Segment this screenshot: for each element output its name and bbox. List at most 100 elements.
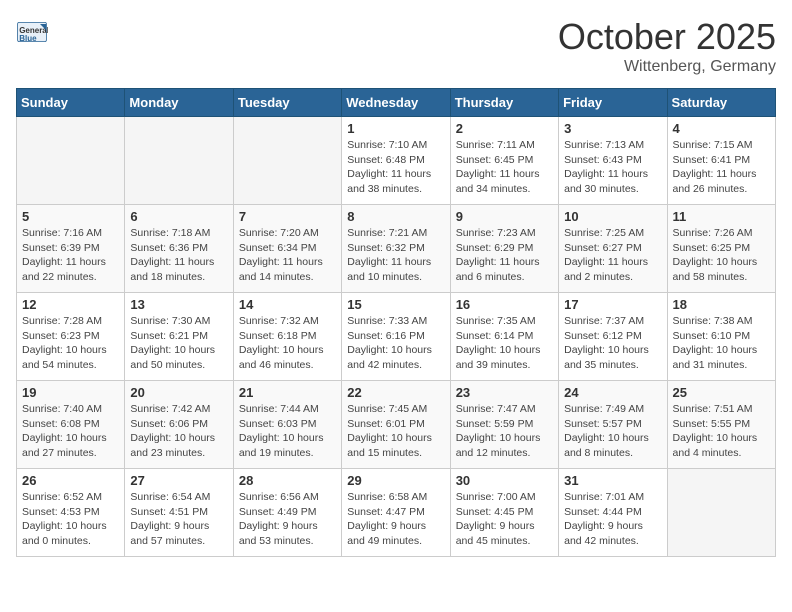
weekday-header-row: SundayMondayTuesdayWednesdayThursdayFrid… [17,89,776,117]
weekday-header-tuesday: Tuesday [233,89,341,117]
calendar-cell: 23 Sunrise: 7:47 AM Sunset: 5:59 PM Dayli… [450,381,558,469]
day-number: 13 [130,297,227,312]
day-number: 6 [130,209,227,224]
calendar-table: SundayMondayTuesdayWednesdayThursdayFrid… [16,88,776,557]
day-number: 19 [22,385,119,400]
calendar-week-row: 5 Sunrise: 7:16 AM Sunset: 6:39 PM Daylig… [17,205,776,293]
calendar-week-row: 12Sunrise: 7:28 AM Sunset: 6:23 PM Dayli… [17,293,776,381]
day-number: 10 [564,209,661,224]
calendar-cell: 3 Sunrise: 7:13 AM Sunset: 6:43 PM Daylig… [559,117,667,205]
day-number: 23 [456,385,553,400]
weekday-header-wednesday: Wednesday [342,89,450,117]
calendar-cell: 6 Sunrise: 7:18 AM Sunset: 6:36 PM Daylig… [125,205,233,293]
calendar-cell [17,117,125,205]
calendar-cell: 28 Sunrise: 6:56 AM Sunset: 4:49 PM Dayli… [233,469,341,557]
day-info: Sunrise: 7:30 AM Sunset: 6:21 PM Dayligh… [130,314,227,373]
weekday-header-thursday: Thursday [450,89,558,117]
calendar-cell: 18 Sunrise: 7:38 AM Sunset: 6:10 PM Dayli… [667,293,775,381]
calendar-cell: 14 Sunrise: 7:32 AM Sunset: 6:18 PM Dayli… [233,293,341,381]
calendar-cell [667,469,775,557]
day-info: Sunrise: 7:21 AM Sunset: 6:32 PM Dayligh… [347,226,444,285]
day-info: Sunrise: 7:13 AM Sunset: 6:43 PM Dayligh… [564,138,661,197]
day-info: Sunrise: 7:45 AM Sunset: 6:01 PM Dayligh… [347,402,444,461]
calendar-cell: 13 Sunrise: 7:30 AM Sunset: 6:21 PM Dayli… [125,293,233,381]
calendar-cell: 30Sunrise: 7:00 AM Sunset: 4:45 PM Dayli… [450,469,558,557]
day-number: 31 [564,473,661,488]
calendar-cell: 15 Sunrise: 7:33 AM Sunset: 6:16 PM Dayli… [342,293,450,381]
day-info: Sunrise: 6:52 AM Sunset: 4:53 PM Dayligh… [22,490,119,549]
calendar-cell: 9 Sunrise: 7:23 AM Sunset: 6:29 PM Daylig… [450,205,558,293]
calendar-cell: 26 Sunrise: 6:52 AM Sunset: 4:53 PM Dayli… [17,469,125,557]
day-info: Sunrise: 7:15 AM Sunset: 6:41 PM Dayligh… [673,138,770,197]
day-number: 14 [239,297,336,312]
day-number: 1 [347,121,444,136]
calendar-cell: 20Sunrise: 7:42 AM Sunset: 6:06 PM Dayli… [125,381,233,469]
calendar-cell: 19 Sunrise: 7:40 AM Sunset: 6:08 PM Dayli… [17,381,125,469]
calendar-cell: 29 Sunrise: 6:58 AM Sunset: 4:47 PM Dayli… [342,469,450,557]
day-number: 29 [347,473,444,488]
day-number: 26 [22,473,119,488]
calendar-cell: 8 Sunrise: 7:21 AM Sunset: 6:32 PM Daylig… [342,205,450,293]
calendar-cell [125,117,233,205]
day-info: Sunrise: 7:44 AM Sunset: 6:03 PM Dayligh… [239,402,336,461]
calendar-subtitle: Wittenberg, Germany [558,58,776,76]
day-number: 7 [239,209,336,224]
calendar-cell: 12Sunrise: 7:28 AM Sunset: 6:23 PM Dayli… [17,293,125,381]
day-info: Sunrise: 7:38 AM Sunset: 6:10 PM Dayligh… [673,314,770,373]
day-info: Sunrise: 6:54 AM Sunset: 4:51 PM Dayligh… [130,490,227,549]
day-number: 5 [22,209,119,224]
day-info: Sunrise: 7:37 AM Sunset: 6:12 PM Dayligh… [564,314,661,373]
day-number: 15 [347,297,444,312]
day-info: Sunrise: 7:35 AM Sunset: 6:14 PM Dayligh… [456,314,553,373]
day-info: Sunrise: 7:26 AM Sunset: 6:25 PM Dayligh… [673,226,770,285]
calendar-cell: 10 Sunrise: 7:25 AM Sunset: 6:27 PM Dayli… [559,205,667,293]
day-number: 4 [673,121,770,136]
day-info: Sunrise: 7:23 AM Sunset: 6:29 PM Dayligh… [456,226,553,285]
day-info: Sunrise: 7:40 AM Sunset: 6:08 PM Dayligh… [22,402,119,461]
calendar-cell: 31 Sunrise: 7:01 AM Sunset: 4:44 PM Dayli… [559,469,667,557]
day-number: 25 [673,385,770,400]
day-number: 9 [456,209,553,224]
day-number: 30 [456,473,553,488]
day-number: 24 [564,385,661,400]
calendar-week-row: 26 Sunrise: 6:52 AM Sunset: 4:53 PM Dayli… [17,469,776,557]
day-info: Sunrise: 7:10 AM Sunset: 6:48 PM Dayligh… [347,138,444,197]
day-number: 8 [347,209,444,224]
day-number: 28 [239,473,336,488]
calendar-cell: 16 Sunrise: 7:35 AM Sunset: 6:14 PM Dayli… [450,293,558,381]
day-info: Sunrise: 7:25 AM Sunset: 6:27 PM Dayligh… [564,226,661,285]
title-block: October 2025 Wittenberg, Germany [558,16,776,76]
calendar-cell [233,117,341,205]
day-info: Sunrise: 7:49 AM Sunset: 5:57 PM Dayligh… [564,402,661,461]
calendar-cell: 21 Sunrise: 7:44 AM Sunset: 6:03 PM Dayli… [233,381,341,469]
day-number: 11 [673,209,770,224]
day-info: Sunrise: 7:18 AM Sunset: 6:36 PM Dayligh… [130,226,227,285]
weekday-header-friday: Friday [559,89,667,117]
calendar-cell: 17Sunrise: 7:37 AM Sunset: 6:12 PM Dayli… [559,293,667,381]
day-info: Sunrise: 7:32 AM Sunset: 6:18 PM Dayligh… [239,314,336,373]
calendar-cell: 1 Sunrise: 7:10 AM Sunset: 6:48 PM Daylig… [342,117,450,205]
calendar-title: October 2025 [558,16,776,58]
day-info: Sunrise: 7:20 AM Sunset: 6:34 PM Dayligh… [239,226,336,285]
calendar-week-row: 1 Sunrise: 7:10 AM Sunset: 6:48 PM Daylig… [17,117,776,205]
calendar-cell: 25Sunrise: 7:51 AM Sunset: 5:55 PM Dayli… [667,381,775,469]
weekday-header-sunday: Sunday [17,89,125,117]
day-info: Sunrise: 7:47 AM Sunset: 5:59 PM Dayligh… [456,402,553,461]
calendar-cell: 27 Sunrise: 6:54 AM Sunset: 4:51 PM Dayli… [125,469,233,557]
weekday-header-monday: Monday [125,89,233,117]
day-number: 18 [673,297,770,312]
calendar-cell: 2Sunrise: 7:11 AM Sunset: 6:45 PM Daylig… [450,117,558,205]
day-info: Sunrise: 6:56 AM Sunset: 4:49 PM Dayligh… [239,490,336,549]
day-number: 21 [239,385,336,400]
calendar-cell: 5 Sunrise: 7:16 AM Sunset: 6:39 PM Daylig… [17,205,125,293]
day-info: Sunrise: 7:11 AM Sunset: 6:45 PM Dayligh… [456,138,553,197]
svg-text:Blue: Blue [19,34,37,43]
calendar-cell: 24 Sunrise: 7:49 AM Sunset: 5:57 PM Dayli… [559,381,667,469]
day-number: 16 [456,297,553,312]
day-number: 3 [564,121,661,136]
day-number: 27 [130,473,227,488]
day-info: Sunrise: 7:16 AM Sunset: 6:39 PM Dayligh… [22,226,119,285]
day-info: Sunrise: 7:01 AM Sunset: 4:44 PM Dayligh… [564,490,661,549]
day-info: Sunrise: 7:33 AM Sunset: 6:16 PM Dayligh… [347,314,444,373]
day-info: Sunrise: 6:58 AM Sunset: 4:47 PM Dayligh… [347,490,444,549]
